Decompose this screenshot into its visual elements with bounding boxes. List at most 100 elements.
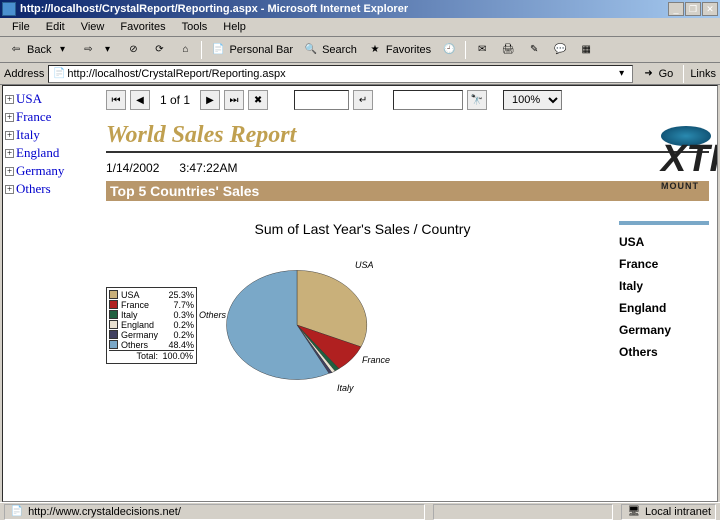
go-icon: ➜	[641, 66, 657, 82]
menu-file[interactable]: File	[4, 19, 38, 35]
menu-help[interactable]: Help	[215, 19, 254, 35]
tree-item[interactable]: +Italy	[5, 126, 96, 144]
status-url: 📄 http://www.crystaldecisions.net/	[4, 504, 425, 520]
tree-item[interactable]: +England	[5, 144, 96, 162]
prev-page-button[interactable]: ◀	[130, 90, 150, 110]
expand-icon[interactable]: +	[5, 167, 14, 176]
country-item: Others	[619, 341, 709, 363]
refresh-button[interactable]: ⟳	[147, 40, 171, 60]
expand-icon[interactable]: +	[5, 95, 14, 104]
history-button[interactable]: 🕘	[437, 40, 461, 60]
home-icon: ⌂	[177, 42, 193, 58]
edit-icon: ✎	[526, 42, 542, 58]
status-progress	[433, 504, 613, 520]
maximize-button[interactable]: ❐	[685, 2, 701, 16]
legend-pct: 0.2%	[162, 330, 194, 340]
mail-button[interactable]: ✉	[470, 40, 494, 60]
legend-swatch	[109, 330, 118, 339]
star-icon: ★	[367, 42, 383, 58]
legend-pct: 0.3%	[162, 310, 194, 320]
stop-button[interactable]: ⊘	[121, 40, 145, 60]
tree-item[interactable]: +Others	[5, 180, 96, 198]
country-item: France	[619, 253, 709, 275]
band-header: Top 5 Countries' Sales	[106, 181, 709, 201]
expand-icon[interactable]: +	[5, 131, 14, 140]
tree-label: USA	[16, 91, 42, 107]
edit-button[interactable]: ✎	[522, 40, 546, 60]
tree-label: Others	[16, 181, 51, 197]
first-page-button[interactable]: ⏮	[106, 90, 126, 110]
pie-chart: USA France Italy Others	[207, 255, 387, 395]
country-item: England	[619, 297, 709, 319]
minimize-button[interactable]: _	[668, 2, 684, 16]
country-item: Italy	[619, 275, 709, 297]
chart-legend: USA25.3%France7.7%Italy0.3%England0.2%Ge…	[106, 287, 197, 364]
tree-item[interactable]: +USA	[5, 90, 96, 108]
address-label: Address	[4, 68, 44, 80]
go-button[interactable]: ➜Go	[637, 64, 678, 84]
report-date: 1/14/2002	[106, 161, 159, 175]
back-button[interactable]: ⇦Back▾	[4, 40, 74, 60]
tree-panel: +USA+France+Italy+England+Germany+Others	[3, 86, 98, 501]
discuss-button[interactable]: 💬	[548, 40, 572, 60]
expand-icon[interactable]: +	[5, 185, 14, 194]
mail-icon: ✉	[474, 42, 490, 58]
personal-icon: 📄	[210, 42, 226, 58]
favorites-button[interactable]: ★Favorites	[363, 40, 435, 60]
legend-pct: 25.3%	[162, 290, 194, 300]
dropdown-icon[interactable]: ▾	[614, 66, 630, 82]
close-button[interactable]: ✕	[702, 2, 718, 16]
goto-input[interactable]	[294, 90, 349, 110]
address-input-wrap[interactable]: 📄 ▾	[48, 65, 632, 83]
links-label[interactable]: Links	[690, 68, 716, 80]
menu-view[interactable]: View	[73, 19, 113, 35]
legend-total: Total:100.0%	[109, 350, 194, 361]
pie-label-others: Others	[199, 310, 226, 320]
tree-label: Germany	[16, 163, 64, 179]
report-dateline: 1/14/2002 3:47:22AM	[106, 161, 709, 175]
menu-bar: File Edit View Favorites Tools Help	[0, 18, 720, 37]
home-button[interactable]: ⌂	[173, 40, 197, 60]
menu-favorites[interactable]: Favorites	[112, 19, 173, 35]
legend-swatch	[109, 320, 118, 329]
browser-toolbar: ⇦Back▾ ⇨▾ ⊘ ⟳ ⌂ 📄Personal Bar 🔍Search ★F…	[0, 37, 720, 63]
menu-tools[interactable]: Tools	[174, 19, 216, 35]
legend-label: France	[121, 300, 159, 310]
separator	[201, 41, 202, 59]
expand-icon[interactable]: +	[5, 113, 14, 122]
goto-button[interactable]: ↵	[353, 90, 373, 110]
address-input[interactable]	[67, 68, 613, 80]
tree-label: France	[16, 109, 51, 125]
page-icon: 📄	[9, 504, 25, 520]
page-icon: 📄	[51, 66, 67, 82]
forward-button[interactable]: ⇨▾	[76, 40, 119, 60]
legend-pct: 48.4%	[162, 340, 194, 350]
content-area: +USA+France+Italy+England+Germany+Others…	[2, 85, 718, 502]
legend-label: USA	[121, 290, 159, 300]
expand-icon[interactable]: +	[5, 149, 14, 158]
tree-item[interactable]: +Germany	[5, 162, 96, 180]
report-toolbar: ⏮ ◀ 1 of 1 ▶ ⏭ ✖ ↵ 🔭 100%	[106, 90, 709, 110]
legend-swatch	[109, 310, 118, 319]
menu-edit[interactable]: Edit	[38, 19, 73, 35]
dropdown-icon: ▾	[99, 42, 115, 58]
stop-icon: ⊘	[125, 42, 141, 58]
stop-load-button[interactable]: ✖	[248, 90, 268, 110]
print-button[interactable]: 🖨	[496, 40, 520, 60]
legend-label: Italy	[121, 310, 159, 320]
report-panel: ⏮ ◀ 1 of 1 ▶ ⏭ ✖ ↵ 🔭 100% World Sales Re…	[98, 86, 717, 501]
next-page-button[interactable]: ▶	[200, 90, 220, 110]
last-page-button[interactable]: ⏭	[224, 90, 244, 110]
find-input[interactable]	[393, 90, 463, 110]
report-time: 3:47:22AM	[179, 161, 237, 175]
search-button[interactable]: 🔍Search	[299, 40, 361, 60]
zone-icon: 🖥	[626, 504, 642, 520]
search-icon: 🔍	[303, 42, 319, 58]
status-zone: 🖥 Local intranet	[621, 504, 716, 520]
extra-button[interactable]: ▦	[574, 40, 598, 60]
zoom-select[interactable]: 100%	[503, 90, 562, 110]
extra-icon: ▦	[578, 42, 594, 58]
tree-item[interactable]: +France	[5, 108, 96, 126]
personal-bar-button[interactable]: 📄Personal Bar	[206, 40, 297, 60]
find-button[interactable]: 🔭	[467, 90, 487, 110]
